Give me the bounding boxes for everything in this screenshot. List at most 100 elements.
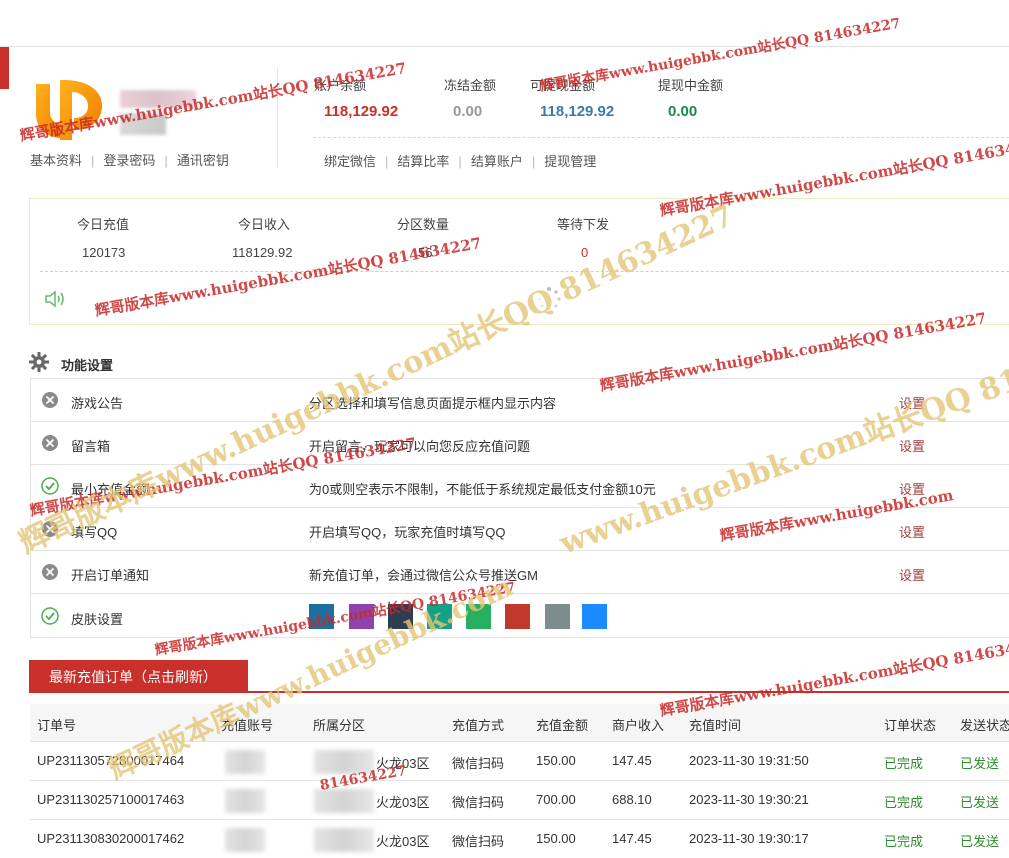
setting-button[interactable]: 设置 xyxy=(899,522,925,541)
account-links: 基本资料 | 登录密码 | 通讯密钥 xyxy=(30,153,229,168)
time: 2023-11-30 19:30:21 xyxy=(689,792,809,807)
setting-button[interactable]: 设置 xyxy=(899,393,925,412)
login-password-link[interactable]: 登录密码 xyxy=(103,153,155,168)
zone: 火龙03区 xyxy=(376,834,430,849)
col-status: 订单状态 xyxy=(884,718,937,733)
today-recharge-label: 今日充值 xyxy=(77,217,130,232)
zone: 火龙03区 xyxy=(376,756,430,771)
table-row: UP231130257100017463 火龙03区 微信扫码 700.00 688.1… xyxy=(30,781,1009,820)
setting-desc: 分区选择和填写信息页面提示框内显示内容 xyxy=(309,396,557,411)
income: 688.10 xyxy=(612,792,652,807)
setting-desc: 开启留言，玩家可以向您反应充值问题 xyxy=(309,439,531,454)
orders-table: 订单号 充值账号 所属分区 充值方式 充值金额 商户收入 充值时间 订单状态 发… xyxy=(30,704,1009,858)
disabled-x-icon xyxy=(42,392,58,408)
account-blurred xyxy=(225,828,265,852)
order-no: UP231130830200017462 xyxy=(37,831,185,846)
setting-name: 留言箱 xyxy=(71,439,111,454)
skin-swatch[interactable] xyxy=(545,604,570,629)
basic-info-link[interactable]: 基本资料 xyxy=(30,153,82,168)
withdraw-manage-link[interactable]: 提现管理 xyxy=(544,154,596,169)
disabled-x-icon xyxy=(42,435,58,451)
skin-swatch[interactable] xyxy=(466,604,491,629)
skin-swatch[interactable] xyxy=(349,604,374,629)
method: 微信扫码 xyxy=(452,756,505,771)
frozen-label: 冻结金额 xyxy=(444,78,497,93)
zone-blurred xyxy=(314,789,374,813)
withdrawable-value: 118,129.92 xyxy=(540,103,615,120)
skin-swatch[interactable] xyxy=(582,604,607,629)
withdrawing-label: 提现中金额 xyxy=(658,78,724,93)
setting-button[interactable]: 设置 xyxy=(899,565,925,584)
setting-desc: 开启填写QQ，玩家充值时填写QQ xyxy=(309,525,506,540)
setting-row-fill-qq: 填写QQ 开启填写QQ，玩家充值时填写QQ 设置 xyxy=(30,508,1009,551)
setting-name: 最小充值金额 xyxy=(71,482,150,497)
pending-value: 0 xyxy=(581,245,589,260)
settle-account-link[interactable]: 结算账户 xyxy=(471,154,523,169)
today-recharge-value: 120173 xyxy=(82,245,126,260)
account-name-blurred xyxy=(120,90,196,108)
col-time: 充值时间 xyxy=(689,718,742,733)
setting-name: 填写QQ xyxy=(71,525,118,540)
function-settings-title: 功能设置 xyxy=(61,358,114,373)
disabled-x-icon xyxy=(42,564,58,580)
balance-divider xyxy=(313,137,1009,138)
col-income: 商户收入 xyxy=(612,718,665,733)
skin-swatch[interactable] xyxy=(505,604,530,629)
skin-swatch[interactable] xyxy=(309,604,334,629)
api-key-link[interactable]: 通讯密钥 xyxy=(177,153,229,168)
setting-desc: 为0或则空表示不限制，不能低于系统规定最低支付金额10元 xyxy=(309,482,656,497)
method: 微信扫码 xyxy=(452,795,505,810)
amount: 150.00 xyxy=(536,753,576,768)
order-status: 已完成 xyxy=(884,834,924,849)
balance-label: 账户余额 xyxy=(314,78,367,93)
orders-tab-underline xyxy=(29,691,1009,693)
setting-button[interactable]: 设置 xyxy=(899,479,925,498)
setting-row-message-box: 留言箱 开启留言，玩家可以向您反应充值问题 设置 xyxy=(30,422,1009,465)
disabled-x-icon xyxy=(42,521,58,537)
today-income-label: 今日收入 xyxy=(238,217,291,232)
col-method: 充值方式 xyxy=(452,718,505,733)
pending-label: 等待下发 xyxy=(557,217,610,232)
settle-rate-link[interactable]: 结算比率 xyxy=(397,154,449,169)
top-divider xyxy=(0,46,1009,47)
today-income-value: 118129.92 xyxy=(232,245,293,260)
skin-swatch[interactable] xyxy=(388,604,413,629)
zone: 火龙03区 xyxy=(376,795,430,810)
order-no: UP231130257100017463 xyxy=(37,792,185,807)
loading-spinner-icon xyxy=(537,287,561,311)
zone-count-label: 分区数量 xyxy=(397,217,450,232)
enabled-check-icon xyxy=(41,607,59,625)
gear-icon xyxy=(29,352,49,372)
send-status: 已发送 xyxy=(960,795,1000,810)
left-accent-bar xyxy=(0,47,9,89)
table-row: UP231130572800017464 火龙03区 微信扫码 150.00 147.4… xyxy=(30,742,1009,781)
zone-blurred xyxy=(314,828,374,852)
order-status: 已完成 xyxy=(884,756,924,771)
income: 147.45 xyxy=(612,831,652,846)
setting-name: 游戏公告 xyxy=(71,396,124,411)
frozen-value: 0.00 xyxy=(453,103,483,120)
withdrawing-value: 0.00 xyxy=(668,103,698,120)
col-account: 充值账号 xyxy=(221,718,274,733)
amount: 150.00 xyxy=(536,831,576,846)
brand-logo xyxy=(36,80,102,140)
account-id-blurred xyxy=(120,113,166,135)
recent-orders-tab[interactable]: 最新充值订单（点击刷新） xyxy=(29,660,248,692)
stats-divider xyxy=(40,271,1009,272)
account-blurred xyxy=(225,789,265,813)
skin-swatch[interactable] xyxy=(427,604,452,629)
bind-wechat-link[interactable]: 绑定微信 xyxy=(324,154,376,169)
header-divider xyxy=(277,68,278,168)
col-send: 发送状态 xyxy=(960,718,1009,733)
time: 2023-11-30 19:31:50 xyxy=(689,753,809,768)
setting-row-game-notice: 游戏公告 分区选择和填写信息页面提示框内显示内容 设置 xyxy=(30,379,1009,422)
setting-name: 开启订单通知 xyxy=(71,568,150,583)
speaker-icon[interactable] xyxy=(44,289,66,309)
zone-blurred xyxy=(314,750,374,774)
order-no: UP231130572800017464 xyxy=(37,753,185,768)
income: 147.45 xyxy=(612,753,652,768)
setting-button[interactable]: 设置 xyxy=(899,436,925,455)
setting-row-min-recharge: 最小充值金额 为0或则空表示不限制，不能低于系统规定最低支付金额10元 设置 xyxy=(30,465,1009,508)
setting-row-skin: 皮肤设置 xyxy=(30,594,1009,638)
send-status: 已发送 xyxy=(960,834,1000,849)
